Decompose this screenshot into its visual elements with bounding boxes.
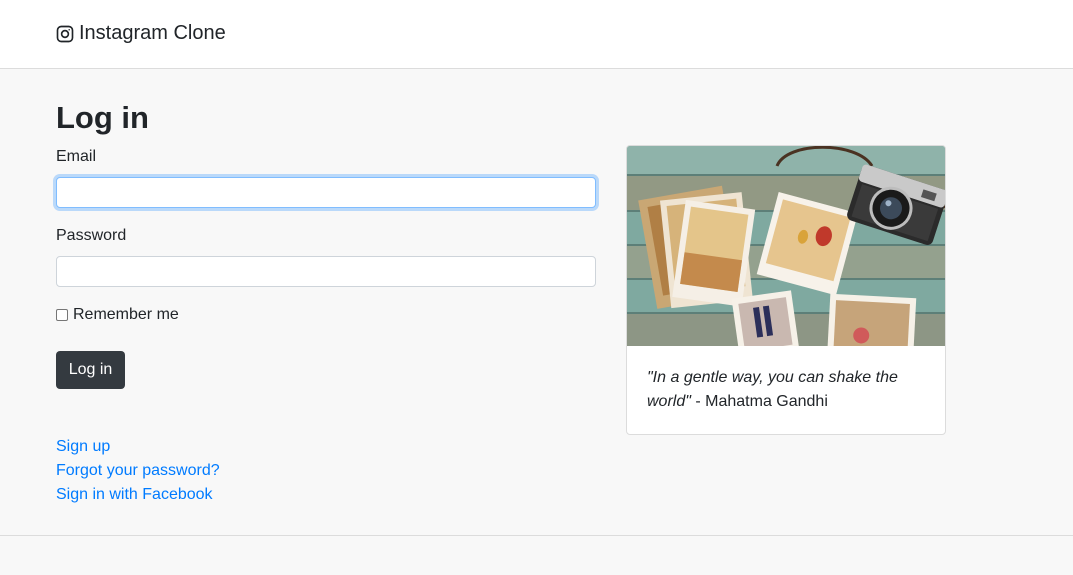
page-title: Log in [56, 100, 149, 135]
login-button[interactable]: Log in [56, 351, 125, 389]
footer-divider [0, 535, 1073, 536]
email-label: Email [56, 148, 97, 165]
password-label: Password [56, 227, 127, 244]
email-input[interactable] [56, 177, 596, 208]
forgot-password-link[interactable]: Forgot your password? [56, 462, 220, 480]
facebook-signin-link[interactable]: Sign in with Facebook [56, 486, 213, 504]
brand-link[interactable]: Instagram Clone [56, 22, 226, 45]
remember-me-checkbox[interactable] [56, 309, 68, 321]
instagram-icon [56, 25, 74, 42]
password-input[interactable] [56, 256, 596, 287]
navbar: Instagram Clone [0, 0, 1073, 69]
quote-author: - Mahatma Gandhi [690, 393, 828, 410]
remember-me-label[interactable]: Remember me [73, 306, 179, 324]
remember-me-row: Remember me [56, 306, 179, 324]
quote-text: "In a gentle way, you can shake the worl… [647, 366, 927, 414]
sign-up-link[interactable]: Sign up [56, 438, 110, 456]
quote-card: "In a gentle way, you can shake the worl… [626, 145, 946, 435]
vintage-photos-camera-image [627, 146, 945, 346]
brand-title: Instagram Clone [79, 22, 226, 44]
